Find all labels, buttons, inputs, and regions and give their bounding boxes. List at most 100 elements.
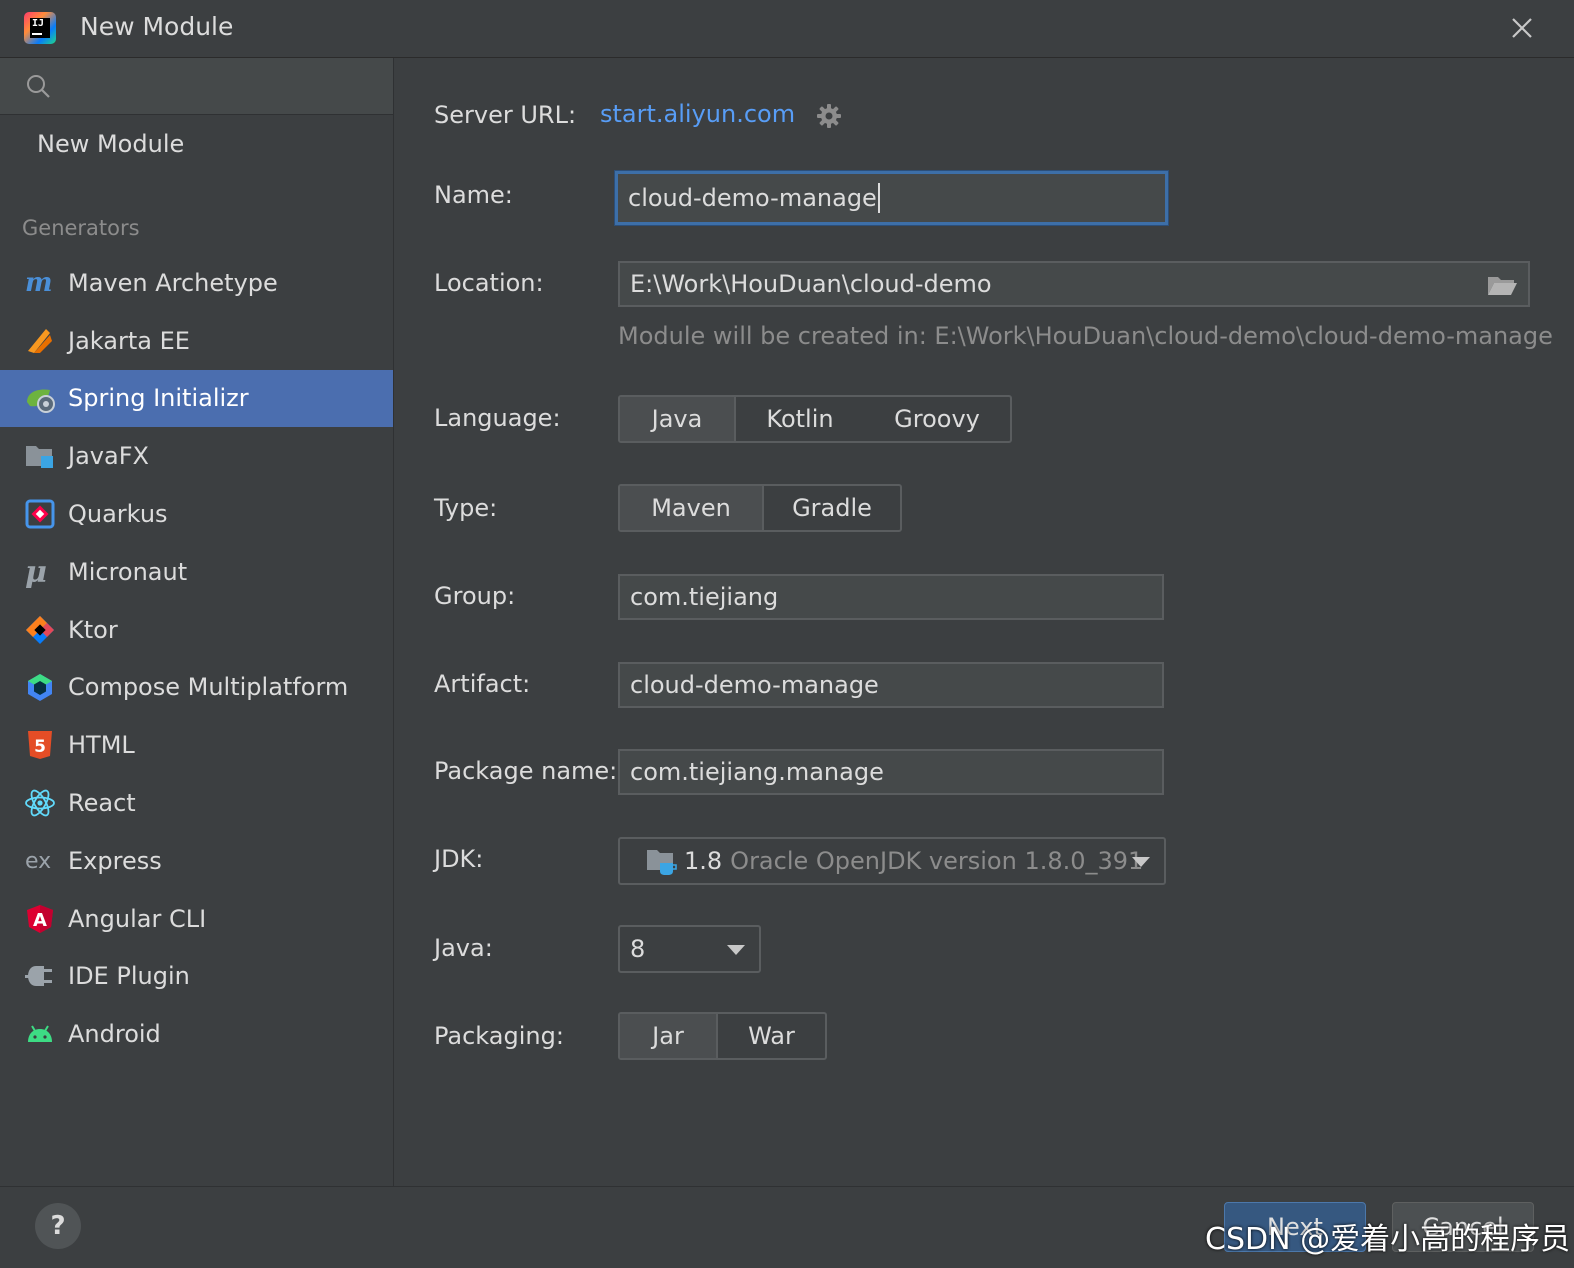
- sidebar-item-label: Spring Initializr: [68, 384, 249, 413]
- type-option-maven[interactable]: Maven: [620, 486, 764, 530]
- jakarta-ee-icon: [24, 325, 56, 357]
- svg-text:μ: μ: [25, 556, 47, 588]
- sidebar: New Module Generators m Maven Archetype …: [0, 58, 394, 1186]
- jdk-folder-icon: [647, 850, 677, 875]
- java-label: Java:: [434, 934, 493, 962]
- artifact-field[interactable]: cloud-demo-manage: [618, 662, 1164, 708]
- spring-initializr-icon: [24, 382, 56, 414]
- group-label: Group:: [434, 582, 516, 610]
- sidebar-item-label: React: [68, 789, 136, 818]
- sidebar-item-compose-multiplatform[interactable]: Compose Multiplatform: [0, 659, 393, 717]
- type-label: Type:: [434, 494, 498, 522]
- artifact-label: Artifact:: [434, 670, 531, 698]
- module-location-hint: Module will be created in: E:\Work\HouDu…: [618, 322, 1553, 350]
- folder-open-icon[interactable]: [1486, 271, 1518, 299]
- help-button[interactable]: ?: [35, 1203, 81, 1249]
- sidebar-item-label: IDE Plugin: [68, 962, 190, 991]
- package-name-label: Package name:: [434, 757, 618, 785]
- language-option-kotlin[interactable]: Kotlin: [736, 397, 864, 441]
- chevron-down-icon: [727, 945, 745, 955]
- package-name-field[interactable]: com.tiejiang.manage: [618, 749, 1164, 795]
- chevron-down-icon: [1132, 857, 1150, 867]
- svg-text:A: A: [33, 910, 47, 931]
- search-icon: [27, 75, 50, 98]
- text-cursor: [877, 183, 880, 213]
- jdk-dropdown[interactable]: 1.8 Oracle OpenJDK version 1.8.0_391: [618, 837, 1166, 885]
- packaging-option-jar[interactable]: Jar: [620, 1014, 718, 1058]
- sidebar-item-ide-plugin[interactable]: IDE Plugin: [0, 948, 393, 1006]
- window-title: New Module: [80, 12, 234, 41]
- jdk-label: JDK:: [434, 845, 484, 873]
- language-option-java[interactable]: Java: [620, 397, 736, 441]
- server-url-link[interactable]: start.aliyun.com: [600, 100, 795, 128]
- jdk-detail: Oracle OpenJDK version 1.8.0_391: [730, 847, 1144, 875]
- packaging-selector: Jar War: [618, 1012, 827, 1060]
- packaging-option-war[interactable]: War: [718, 1014, 825, 1058]
- sidebar-item-javafx[interactable]: JavaFX: [0, 427, 393, 485]
- javafx-icon: [24, 440, 56, 472]
- svg-text:ex: ex: [25, 849, 51, 874]
- language-option-groovy[interactable]: Groovy: [864, 397, 1010, 441]
- sidebar-item-label: Compose Multiplatform: [68, 673, 349, 702]
- location-field-value: E:\Work\HouDuan\cloud-demo: [630, 270, 992, 298]
- sidebar-item-label: Jakarta EE: [68, 326, 190, 355]
- sidebar-item-html[interactable]: 5 HTML: [0, 716, 393, 774]
- sidebar-item-new-module[interactable]: New Module: [37, 130, 184, 158]
- sidebar-item-jakarta-ee[interactable]: Jakarta EE: [0, 312, 393, 370]
- sidebar-item-label: Ktor: [68, 615, 118, 644]
- server-url-label: Server URL:: [434, 101, 577, 129]
- name-label: Name:: [434, 181, 513, 209]
- ide-plugin-icon: [24, 960, 56, 992]
- generators-heading: Generators: [22, 216, 140, 240]
- sidebar-item-angular-cli[interactable]: A Angular CLI: [0, 890, 393, 948]
- language-selector: Java Kotlin Groovy: [618, 395, 1012, 443]
- java-version-value: 8: [630, 935, 646, 963]
- express-icon: ex: [24, 845, 56, 877]
- react-icon: [24, 787, 56, 819]
- sidebar-item-ktor[interactable]: Ktor: [0, 601, 393, 659]
- spring-initializr-form: Server URL: start.aliyun.com Name: cloud…: [394, 58, 1574, 1186]
- sidebar-item-label: Micronaut: [68, 557, 188, 586]
- sidebar-item-express[interactable]: ex Express: [0, 832, 393, 890]
- close-icon[interactable]: [1508, 14, 1536, 42]
- intellij-logo-icon: IJ: [24, 12, 56, 44]
- sidebar-item-maven-archetype[interactable]: m Maven Archetype: [0, 254, 393, 312]
- micronaut-icon: μ: [24, 556, 56, 588]
- name-field-value: cloud-demo-manage: [628, 184, 877, 212]
- name-field[interactable]: cloud-demo-manage: [615, 171, 1168, 225]
- android-icon: [24, 1018, 56, 1050]
- sidebar-item-react[interactable]: React: [0, 774, 393, 832]
- sidebar-item-label: Maven Archetype: [68, 268, 278, 297]
- sidebar-item-android[interactable]: Android: [0, 1005, 393, 1063]
- watermark: CSDN @爱着小高的程序员: [1205, 1222, 1571, 1257]
- gear-icon[interactable]: [815, 102, 843, 130]
- sidebar-item-label: Android: [68, 1020, 161, 1049]
- sidebar-item-label: Quarkus: [68, 500, 168, 529]
- java-version-dropdown[interactable]: 8: [618, 925, 761, 973]
- type-option-gradle[interactable]: Gradle: [764, 486, 900, 530]
- ktor-icon: [24, 614, 56, 646]
- jdk-version: 1.8: [684, 847, 723, 875]
- compose-multiplatform-icon: [24, 671, 56, 703]
- generators-list: m Maven Archetype Jakarta EE Spring Init…: [0, 254, 393, 1063]
- location-field[interactable]: E:\Work\HouDuan\cloud-demo: [618, 261, 1530, 307]
- svg-text:m: m: [25, 268, 53, 298]
- sidebar-item-label: Express: [68, 846, 162, 875]
- sidebar-item-label: HTML: [68, 731, 135, 760]
- language-label: Language:: [434, 404, 561, 432]
- maven-icon: m: [24, 267, 56, 299]
- sidebar-item-label: JavaFX: [68, 442, 149, 471]
- type-selector: Maven Gradle: [618, 484, 902, 532]
- packaging-label: Packaging:: [434, 1022, 564, 1050]
- sidebar-item-spring-initializr[interactable]: Spring Initializr: [0, 369, 393, 428]
- svg-text:5: 5: [34, 737, 46, 757]
- sidebar-item-micronaut[interactable]: μ Micronaut: [0, 543, 393, 601]
- sidebar-item-label: Angular CLI: [68, 904, 207, 933]
- search-input[interactable]: [0, 58, 393, 115]
- location-label: Location:: [434, 269, 544, 297]
- angular-icon: A: [24, 903, 56, 935]
- title-bar: IJ New Module: [0, 0, 1574, 58]
- group-field[interactable]: com.tiejiang: [618, 574, 1164, 620]
- html5-icon: 5: [24, 729, 56, 761]
- sidebar-item-quarkus[interactable]: Quarkus: [0, 485, 393, 543]
